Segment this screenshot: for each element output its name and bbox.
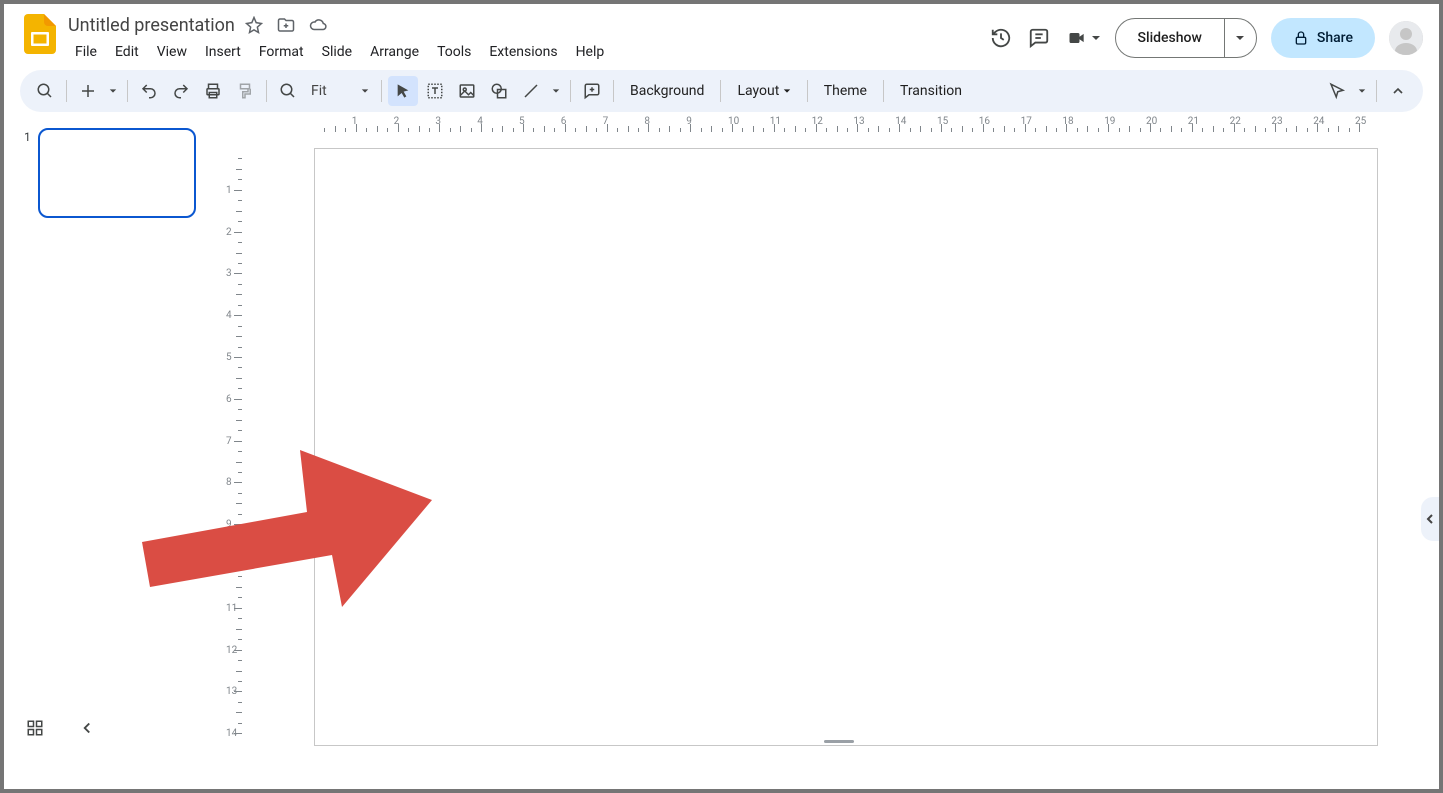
redo-button[interactable] [166, 76, 196, 106]
menu-help[interactable]: Help [569, 40, 612, 64]
image-tool[interactable] [452, 76, 482, 106]
pointer-mode-icon[interactable] [1322, 76, 1352, 106]
shape-tool[interactable] [484, 76, 514, 106]
toolbar: Fit Background Layout Theme Transition [20, 70, 1423, 112]
document-title[interactable]: Untitled presentation [68, 15, 235, 36]
theme-button[interactable]: Theme [814, 76, 877, 106]
expand-side-panel-icon[interactable] [1421, 497, 1439, 541]
textbox-tool[interactable] [420, 76, 450, 106]
slideshow-button-group: Slideshow [1115, 18, 1257, 58]
zoom-select[interactable]: Fit [305, 83, 375, 99]
star-icon[interactable] [245, 16, 263, 34]
grid-view-icon[interactable] [26, 719, 44, 737]
slide-canvas[interactable] [314, 148, 1378, 746]
menu-extensions[interactable]: Extensions [482, 40, 564, 64]
history-icon[interactable] [989, 26, 1013, 50]
print-button[interactable] [198, 76, 228, 106]
undo-button[interactable] [134, 76, 164, 106]
new-slide-dropdown[interactable] [105, 76, 121, 106]
slide-thumbnail[interactable] [38, 128, 196, 218]
menu-slide[interactable]: Slide [315, 40, 359, 64]
search-menus-icon[interactable] [30, 76, 60, 106]
move-icon[interactable] [277, 16, 295, 34]
cloud-status-icon[interactable] [309, 16, 327, 34]
menu-format[interactable]: Format [252, 40, 311, 64]
paint-format-button[interactable] [230, 76, 260, 106]
menu-insert[interactable]: Insert [198, 40, 248, 64]
menu-view[interactable]: View [150, 40, 194, 64]
layout-button[interactable]: Layout [727, 76, 800, 106]
horizontal-ruler[interactable]: 1234567891011121314151617181920212223242… [244, 116, 1433, 134]
menu-edit[interactable]: Edit [108, 40, 146, 64]
menu-bar: FileEditViewInsertFormatSlideArrangeTool… [68, 40, 989, 64]
video-call-button[interactable] [1065, 28, 1101, 48]
lock-icon [1293, 30, 1309, 46]
select-tool[interactable] [388, 76, 418, 106]
collapse-filmstrip-icon[interactable] [78, 719, 96, 737]
comment-tool[interactable] [577, 76, 607, 106]
filmstrip[interactable]: 1 [4, 112, 214, 749]
line-tool-dropdown[interactable] [548, 76, 564, 106]
vertical-ruler[interactable]: 1234567891011121314 [226, 134, 244, 743]
comments-icon[interactable] [1027, 26, 1051, 50]
account-avatar[interactable] [1389, 21, 1423, 55]
slideshow-dropdown[interactable] [1224, 19, 1256, 57]
background-button[interactable]: Background [620, 76, 714, 106]
slideshow-button[interactable]: Slideshow [1116, 19, 1224, 57]
pointer-mode-dropdown[interactable] [1354, 76, 1370, 106]
speaker-notes-handle[interactable] [824, 740, 854, 743]
share-button[interactable]: Share [1271, 18, 1375, 58]
menu-file[interactable]: File [68, 40, 104, 64]
slide-number: 1 [24, 130, 31, 144]
transition-button[interactable]: Transition [890, 76, 972, 106]
menu-tools[interactable]: Tools [430, 40, 478, 64]
new-slide-button[interactable] [73, 76, 103, 106]
slides-logo[interactable] [20, 12, 60, 52]
menu-arrange[interactable]: Arrange [363, 40, 426, 64]
editor-area: 1234567891011121314151617181920212223242… [214, 112, 1439, 749]
collapse-toolbar-icon[interactable] [1383, 76, 1413, 106]
line-tool[interactable] [516, 76, 546, 106]
zoom-tool-icon[interactable] [273, 76, 303, 106]
